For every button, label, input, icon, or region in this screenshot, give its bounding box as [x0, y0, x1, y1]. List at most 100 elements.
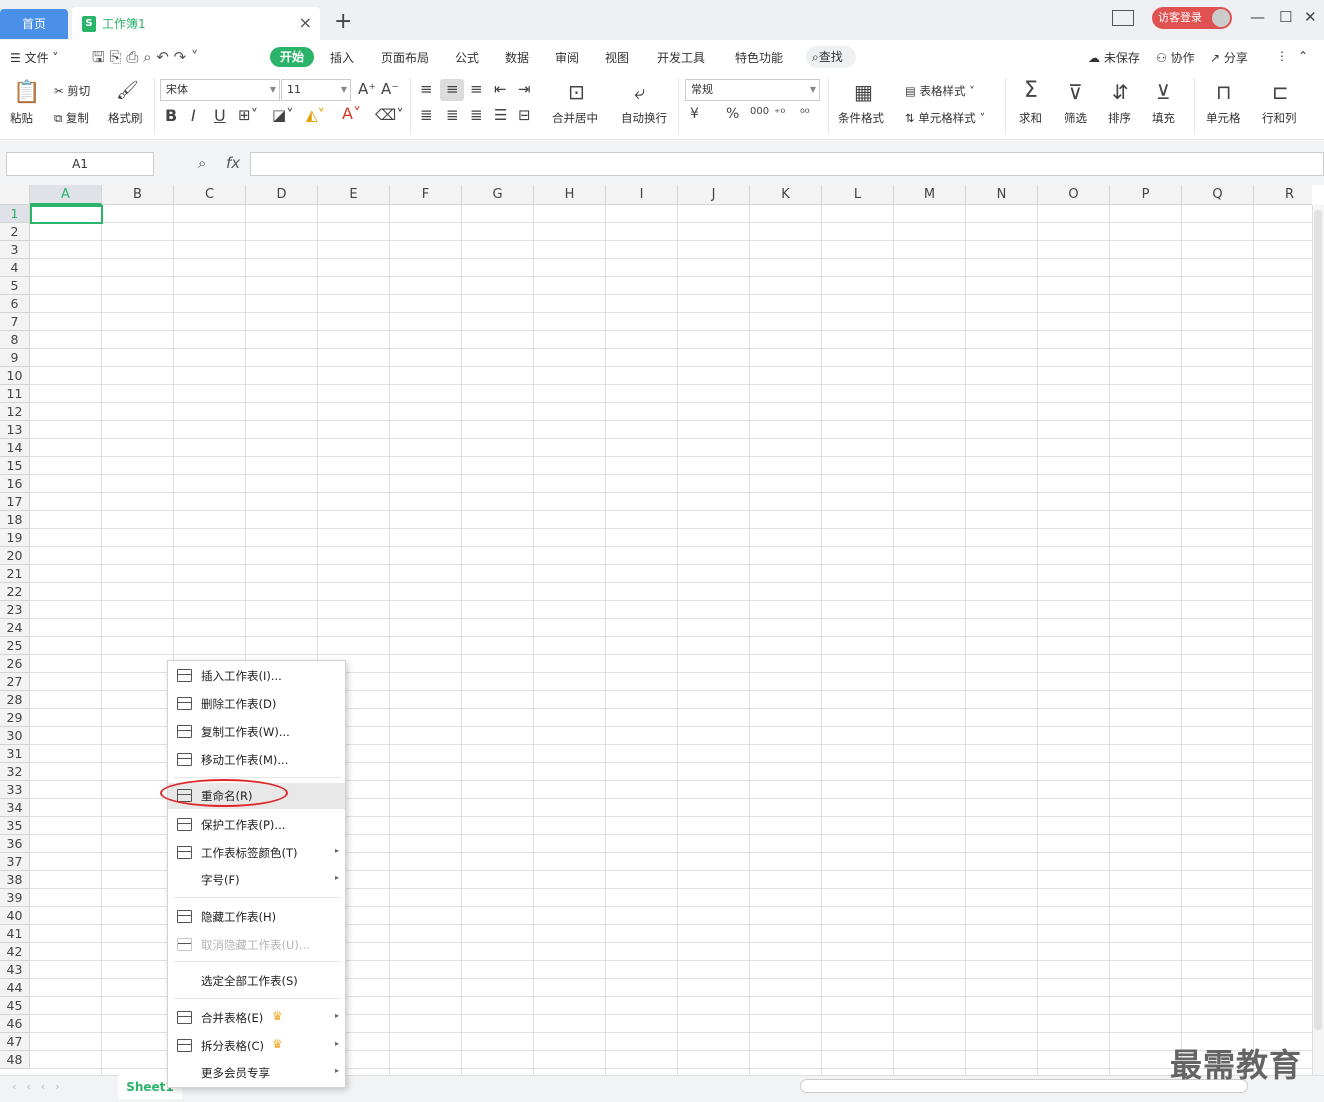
row-header[interactable]: 43 [0, 961, 30, 979]
font-color-icon[interactable]: A˅ [342, 104, 361, 123]
ctx-tab-color[interactable]: 工作表标签颜色(T) ▸ [168, 840, 345, 866]
border-icon[interactable]: ⊞˅ [238, 106, 258, 124]
ctx-delete-sheet[interactable]: 删除工作表(D) [168, 691, 345, 717]
row-header[interactable]: 12 [0, 403, 30, 421]
row-header[interactable]: 19 [0, 529, 30, 547]
font-name-select[interactable]: 宋体 ▼ [160, 79, 280, 101]
cell-button[interactable]: 单元格 [1206, 110, 1241, 126]
row-header[interactable]: 4 [0, 259, 30, 277]
tab-view[interactable]: 视图 [605, 49, 629, 66]
align-left-icon[interactable]: ≣ [420, 106, 433, 124]
brush-icon[interactable]: 🖌 [116, 80, 139, 101]
tab-special[interactable]: 特色功能 [735, 49, 783, 66]
close-window-button[interactable]: ✕ [1304, 8, 1317, 26]
add-tab-button[interactable]: + [334, 9, 352, 34]
fill-button[interactable]: 填充 [1152, 110, 1175, 126]
merge-icon[interactable]: ⊡ [568, 80, 585, 104]
column-header[interactable]: H [534, 185, 606, 205]
row-header[interactable]: 20 [0, 547, 30, 565]
row-header[interactable]: 42 [0, 943, 30, 961]
row-header[interactable]: 10 [0, 367, 30, 385]
align-right-icon[interactable]: ≣ [470, 106, 483, 124]
column-header[interactable]: B [102, 185, 174, 205]
row-header[interactable]: 36 [0, 835, 30, 853]
merge-center-button[interactable]: 合并居中 [552, 110, 598, 126]
row-header[interactable]: 18 [0, 511, 30, 529]
ctx-split-tables[interactable]: 拆分表格(C) ♛ ▸ [168, 1033, 345, 1059]
tab-insert[interactable]: 插入 [330, 49, 354, 66]
vertical-scroll-thumb[interactable] [1314, 210, 1322, 1030]
ctx-protect-sheet[interactable]: 保护工作表(P)... [168, 812, 345, 838]
cond-format-icon[interactable]: ▦ [854, 80, 873, 104]
thousands-button[interactable]: 000 [750, 106, 769, 117]
align-center-icon[interactable]: ≣ [446, 106, 459, 124]
row-header[interactable]: 27 [0, 673, 30, 691]
row-header[interactable]: 33 [0, 781, 30, 799]
select-all-corner[interactable] [0, 185, 30, 205]
row-header[interactable]: 17 [0, 493, 30, 511]
ctx-more-member[interactable]: 更多会员专享 ▸ [168, 1060, 345, 1086]
fx-icon[interactable]: fx [226, 154, 240, 172]
column-header[interactable]: O [1038, 185, 1110, 205]
row-header[interactable]: 41 [0, 925, 30, 943]
sum-button[interactable]: 求和 [1019, 110, 1042, 126]
table-style-button[interactable]: ▤ 表格样式 ˅ [905, 83, 975, 99]
sort-button[interactable]: 排序 [1108, 110, 1131, 126]
row-header[interactable]: 21 [0, 565, 30, 583]
row-header[interactable]: 40 [0, 907, 30, 925]
unsaved-status[interactable]: ☁ 未保存 [1088, 49, 1140, 66]
paste-button[interactable]: 粘贴 [10, 110, 33, 126]
ctx-hide-sheet[interactable]: 隐藏工作表(H) [168, 904, 345, 930]
minimize-button[interactable]: — [1250, 8, 1265, 26]
row-header[interactable]: 37 [0, 853, 30, 871]
format-painter-button[interactable]: 格式刷 [108, 110, 143, 126]
row-header[interactable]: 1 [0, 205, 30, 223]
ctx-move-sheet[interactable]: 移动工作表(M)... [168, 747, 345, 773]
cell-style-button[interactable]: ⇅ 单元格样式 ˅ [905, 110, 985, 126]
column-header[interactable]: Q [1182, 185, 1254, 205]
row-header[interactable]: 48 [0, 1051, 30, 1069]
row-header[interactable]: 29 [0, 709, 30, 727]
row-col-button[interactable]: 行和列 [1262, 110, 1297, 126]
ctx-insert-sheet[interactable]: 插入工作表(I)... [168, 663, 345, 689]
sort-icon[interactable]: ⇵ [1112, 80, 1129, 104]
row-header[interactable]: 32 [0, 763, 30, 781]
column-header[interactable]: M [894, 185, 966, 205]
row-header[interactable]: 3 [0, 241, 30, 259]
maximize-button[interactable]: ☐ [1279, 8, 1292, 26]
sheet-nav-arrows[interactable]: ‹‹‹› [12, 1080, 70, 1093]
row-header[interactable]: 7 [0, 313, 30, 331]
zoom-icon[interactable]: ⌕ [198, 154, 206, 172]
auto-wrap-button[interactable]: 自动换行 [621, 110, 667, 126]
currency-button[interactable]: ¥ [690, 106, 699, 122]
tab-developer[interactable]: 开发工具 [657, 49, 705, 66]
column-header[interactable]: F [390, 185, 462, 205]
font-size-select[interactable]: 11 ▼ [281, 79, 351, 101]
formula-input[interactable] [250, 152, 1324, 176]
column-header[interactable]: J [678, 185, 750, 205]
row-header[interactable]: 5 [0, 277, 30, 295]
fill-icon[interactable]: ⊻ [1156, 80, 1171, 104]
cell-icon[interactable]: ⊓ [1216, 80, 1232, 104]
collab-button[interactable]: ⚇ 协作 [1156, 49, 1195, 66]
paste-icon[interactable]: 📋 [13, 80, 40, 105]
row-header[interactable]: 13 [0, 421, 30, 439]
row-header[interactable]: 34 [0, 799, 30, 817]
tab-start[interactable]: 开始 [270, 47, 314, 67]
indent-increase-icon[interactable]: ⇥ [518, 80, 531, 98]
column-header[interactable]: K [750, 185, 822, 205]
sum-icon[interactable]: Σ [1024, 78, 1038, 103]
row-header[interactable]: 11 [0, 385, 30, 403]
name-box[interactable]: A1 [6, 152, 154, 176]
column-header[interactable]: R [1254, 185, 1324, 205]
column-header[interactable]: G [462, 185, 534, 205]
underline-button[interactable]: U [214, 106, 226, 125]
align-bottom-icon[interactable]: ≡ [470, 80, 483, 98]
tab-data[interactable]: 数据 [505, 49, 529, 66]
row-header[interactable]: 16 [0, 475, 30, 493]
indent-decrease-icon[interactable]: ⇤ [494, 80, 507, 98]
justify-icon[interactable]: ☰ [494, 106, 507, 124]
row-header[interactable]: 23 [0, 601, 30, 619]
column-header[interactable]: A [30, 185, 102, 205]
more-options-icon[interactable]: ⋮ [1276, 49, 1288, 63]
